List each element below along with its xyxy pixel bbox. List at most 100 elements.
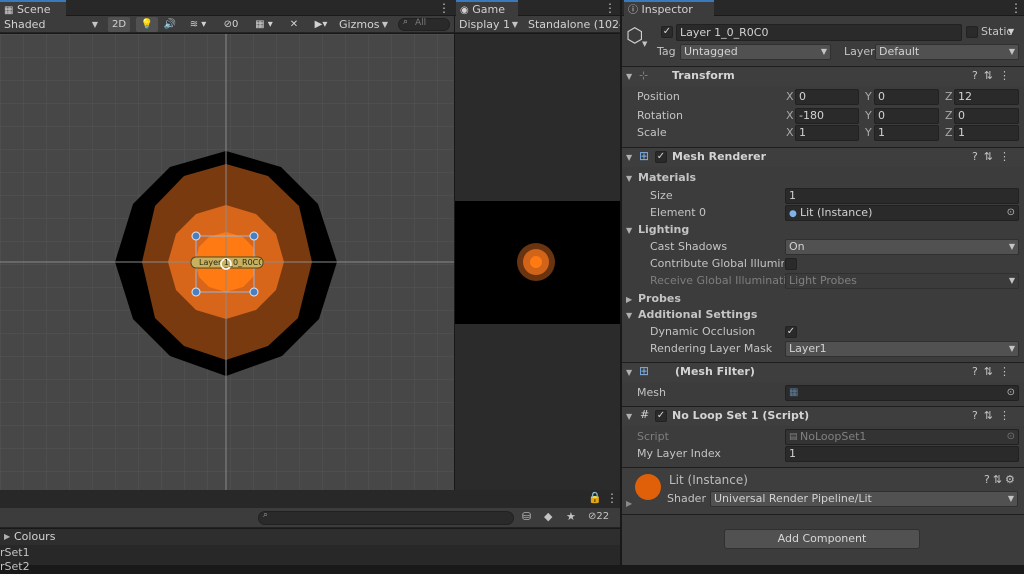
chevron-down-icon[interactable]: ▼ [626,72,632,81]
chevron-right-icon[interactable]: ▶ [4,532,10,541]
scale-label: Scale [637,126,667,139]
element0-field[interactable]: ● Lit (Instance) ⊙ [785,205,1019,221]
mode-2d-toggle[interactable]: 2D [108,17,130,32]
chevron-down-icon[interactable]: ▼ [626,412,632,421]
object-picker-icon[interactable]: ⊙ [1007,206,1015,220]
probes-foldout[interactable]: Probes [638,291,681,307]
receive-gi-label: Receive Global Illumination [650,274,801,287]
scale-z-field[interactable]: 1 [954,125,1019,141]
object-name-input[interactable]: Layer 1_0_R0C0 [676,24,962,41]
script-component-header[interactable]: ▼ # ✓ No Loop Set 1 (Script) ?⇅⋮ [622,406,1024,426]
tab-scene[interactable]: ▦ Scene [0,0,66,16]
component-header-icons[interactable]: ?⇅⋮ [972,69,1016,82]
shading-mode-dropdown[interactable]: Shaded ▼ [1,17,102,32]
component-header-icons[interactable]: ?⇅⋮ [972,409,1016,422]
chevron-down-icon[interactable]: ▼ [626,153,632,162]
script-file-icon: ▤ [789,432,798,442]
rotation-y-field[interactable]: 0 [874,108,939,124]
game-more-icon[interactable]: ⋮ [604,0,616,16]
mesh-renderer-title: Mesh Renderer [672,150,767,163]
rect-handle-br[interactable] [249,287,259,297]
scene-search-input[interactable]: ⌕ All [398,17,450,31]
component-header-icons[interactable]: ?⇅⋮ [972,365,1016,378]
chevron-down-icon[interactable]: ▼ [626,226,632,235]
inspector-more-icon[interactable]: ⋮ [1010,0,1022,16]
inspector-tab-label: Inspector [641,3,693,16]
rotation-z-field[interactable]: 0 [954,108,1019,124]
materials-foldout[interactable]: Materials [638,170,696,186]
position-y-field[interactable]: 0 [874,89,939,105]
grid-toggle-icon[interactable]: ▦ ▾ [248,17,280,32]
position-z-field[interactable]: 12 [954,89,1019,105]
material-section: ▶ Lit (Instance) ?⇅⚙ Shader Universal Re… [622,467,1024,515]
tab-inspector[interactable]: ⓘ Inspector [624,0,714,16]
display-dropdown[interactable]: Display 1 ▼ [456,17,522,32]
materials-size-field[interactable]: 1 [785,188,1019,204]
position-x-field[interactable]: 0 [795,89,859,105]
rendering-layer-dropdown[interactable]: Layer1 ▼ [785,341,1019,357]
lighting-toggle-icon[interactable]: 💡 [136,17,158,32]
lighting-foldout[interactable]: Lighting [638,222,689,238]
effects-dropdown-icon[interactable]: ≋ ▾ [182,17,214,32]
tab-game[interactable]: ◉ Game [456,0,518,16]
mesh-renderer-enabled-checkbox[interactable]: ✓ [655,151,667,163]
contribute-gi-label: Contribute Global Illuminatic [650,257,784,270]
chevron-down-icon[interactable]: ▼ [626,368,632,377]
hierarchy-search-input[interactable]: ⌕ [258,510,514,525]
hidden-objects-toggle[interactable]: ⊘0 [218,17,244,32]
cast-shadows-dropdown[interactable]: On ▼ [785,239,1019,255]
script-enabled-checkbox[interactable]: ✓ [655,410,667,422]
eye-slash-icon: ⊘ [223,19,232,30]
add-component-button[interactable]: Add Component [724,529,920,549]
hierarchy-item[interactable]: rSet1 [0,546,30,560]
mesh-field[interactable]: ▦ ⊙ [785,385,1019,401]
scale-y-field[interactable]: 1 [874,125,939,141]
rect-handle-tl[interactable] [191,231,201,241]
tools-icon[interactable]: ✕ [284,17,304,32]
static-dropdown-icon[interactable]: ▼ [1008,25,1020,41]
label-tag-icon[interactable]: ◆ [544,510,552,523]
hidden-count-toggle[interactable]: ⊘22 [588,511,609,522]
layer-dropdown[interactable]: Default ▼ [875,44,1019,60]
hierarchy-toolbar: ⌕ ⛁ ◆ ★ ⊘22 [0,508,620,528]
component-header-icons[interactable]: ?⇅⋮ [972,150,1016,163]
layer-index-field[interactable]: 1 [785,446,1019,462]
resolution-dropdown[interactable]: Standalone (1024x [525,17,620,32]
chevron-right-icon[interactable]: ▶ [626,499,632,508]
script-file-icon: # [640,408,650,421]
hierarchy-group-row[interactable]: ▶ Colours [0,529,620,545]
audio-toggle-icon[interactable]: 🔊 [160,17,180,32]
scene-more-icon[interactable]: ⋮ [438,0,450,16]
filter-by-type-icon[interactable]: ⛁ [522,510,531,523]
hierarchy-more-icon[interactable]: ⋮ [606,491,618,505]
chevron-down-icon[interactable]: ▼ [626,311,632,320]
tag-dropdown[interactable]: Untagged ▼ [680,44,831,60]
static-checkbox[interactable] [966,26,978,38]
rotation-x-field[interactable]: -180 [795,108,859,124]
shader-dropdown[interactable]: Universal Render Pipeline/Lit ▼ [710,491,1018,507]
object-picker-icon: ⊙ [1006,431,1015,442]
rect-handle-tr[interactable] [249,231,259,241]
transform-icon: ⊹ [639,69,649,82]
active-checkbox[interactable]: ✓ [661,26,673,38]
dynamic-occlusion-checkbox[interactable]: ✓ [785,326,797,338]
rect-handle-bl[interactable] [191,287,201,297]
camera-dropdown-icon[interactable]: ▶▾ [308,17,334,32]
mesh-filter-header[interactable]: ▼ ⊞ (Mesh Filter) ?⇅⋮ [622,362,1024,382]
favorite-star-icon[interactable]: ★ [566,510,576,523]
additional-settings-foldout[interactable]: Additional Settings [638,307,757,323]
game-viewport[interactable] [455,201,620,324]
gizmos-dropdown[interactable]: Gizmos ▼ [336,17,392,32]
chevron-down-icon[interactable]: ▼ [626,174,632,183]
transform-header[interactable]: ▼ ⊹ Transform ?⇅⋮ [622,66,1024,86]
chevron-right-icon[interactable]: ▶ [626,295,632,304]
hierarchy-item[interactable]: rSet2 [0,560,30,574]
mesh-renderer-header[interactable]: ▼ ⊞ ✓ Mesh Renderer ?⇅⋮ [622,147,1024,167]
lock-icon[interactable]: 🔒 [588,491,602,504]
scene-viewport[interactable]: Layer 1_0_R0C0 [0,34,454,490]
material-preview-sphere[interactable] [635,474,661,500]
material-header-icons[interactable]: ?⇅⚙ [984,473,1018,486]
object-picker-icon[interactable]: ⊙ [1007,386,1015,400]
contribute-gi-checkbox[interactable] [785,258,797,270]
scale-x-field[interactable]: 1 [795,125,859,141]
